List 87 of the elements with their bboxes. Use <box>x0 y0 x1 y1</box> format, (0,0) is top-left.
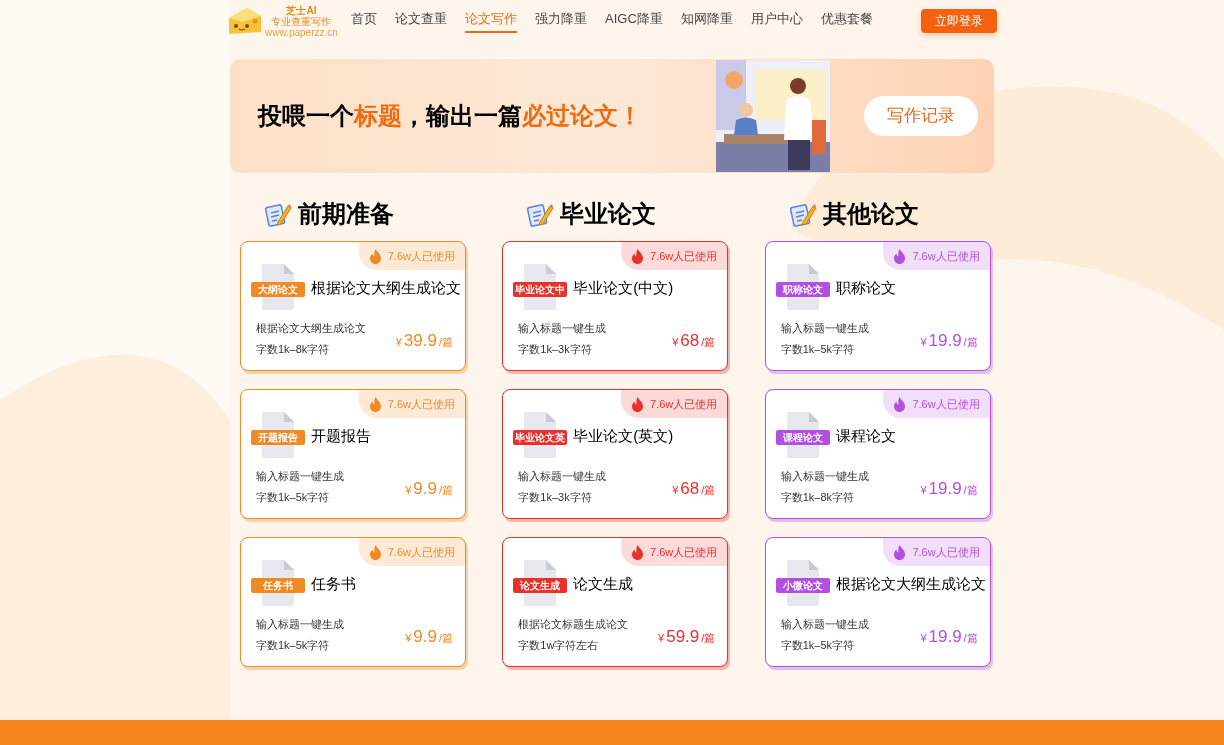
nav-link[interactable]: 优惠套餐 <box>820 9 873 33</box>
usage-count: 7.6w人已使用 <box>650 248 718 264</box>
card-title: 根据论文大纲生成论文 <box>311 277 461 298</box>
card-description: 输入标题一键生成 <box>780 321 869 336</box>
card-description: 输入标题一键生成 <box>256 617 344 632</box>
document-tag: 毕业论文英 <box>513 430 568 445</box>
price: ¥59.9/篇 <box>658 625 716 648</box>
price: ¥39.9/篇 <box>395 329 453 352</box>
product-card[interactable]: 7.6w人已使用 小微论文 根据论文大纲生成论文 输入标题一键生成 字数1k–5k字符 ¥19.9/篇 <box>764 537 991 667</box>
card-description: 根据论文标题生成论文 <box>518 617 629 632</box>
section-heading: 前期准备 <box>298 199 394 229</box>
price: ¥68/篇 <box>672 477 716 500</box>
card-title: 毕业论文(英文) <box>573 425 674 446</box>
nav-link[interactable]: AIGC降重 <box>605 9 663 33</box>
usage-count: 7.6w人已使用 <box>912 248 980 264</box>
card-description: 根据论文大纲生成论文 <box>256 321 366 336</box>
word-count: 字数1k–3k字符 <box>518 489 593 505</box>
word-count: 字数1w字符左右 <box>518 637 600 653</box>
product-card[interactable]: 7.6w人已使用 课程论文 课程论文 输入标题一键生成 字数1k–8k字符 ¥19.9/篇 <box>764 389 991 519</box>
product-card[interactable]: 7.6w人已使用 大纲论文 根据论文大纲生成论文 根据论文大纲生成论文 字数1k–8k字符 ¥39.9/篇 <box>240 241 466 371</box>
product-card[interactable]: 7.6w人已使用 职称论文 职称论文 输入标题一键生成 字数1k–5k字符 ¥19.9/篇 <box>764 241 991 371</box>
document-tag: 任务书 <box>251 578 305 593</box>
usage-count: 7.6w人已使用 <box>650 396 718 412</box>
card-title: 论文生成 <box>573 573 634 594</box>
document-tag: 开题报告 <box>251 430 305 445</box>
flame-icon <box>631 396 645 412</box>
logo-url: www.paperzz.cn <box>265 26 338 38</box>
word-count: 字数1k–5k字符 <box>256 489 331 505</box>
word-count: 字数1k–5k字符 <box>780 341 855 357</box>
logo-name: 芝士AI <box>286 4 317 16</box>
word-count: 字数1k–5k字符 <box>780 637 855 653</box>
nav-link[interactable]: 强力降重 <box>535 9 587 33</box>
product-card[interactable]: 7.6w人已使用 毕业论文中 毕业论文(中文) 输入标题一键生成 字数1k–3k字符 ¥68/篇 <box>502 241 729 371</box>
flame-icon <box>368 396 382 412</box>
document-tag: 课程论文 <box>775 430 830 445</box>
flame-icon <box>368 248 382 264</box>
card-title: 职称论文 <box>835 277 896 298</box>
flame-icon <box>368 544 382 560</box>
document-tag: 小微论文 <box>775 578 830 593</box>
usage-count: 7.6w人已使用 <box>912 544 980 560</box>
product-card[interactable]: 7.6w人已使用 论文生成 论文生成 根据论文标题生成论文 字数1w字符左右 ¥59.9/篇 <box>502 537 729 667</box>
product-card[interactable]: 7.6w人已使用 开题报告 开题报告 输入标题一键生成 字数1k–5k字符 ¥9.9/篇 <box>240 389 466 519</box>
banner-headline: 投喂一个标题，输出一篇必过论文！ <box>258 101 642 131</box>
card-description: 输入标题一键生成 <box>780 617 869 632</box>
section-heading: 其他论文 <box>822 199 919 229</box>
card-title: 根据论文大纲生成论文 <box>835 573 986 594</box>
word-count: 字数1k–5k字符 <box>256 637 331 653</box>
word-count: 字数1k–8k字符 <box>780 489 855 505</box>
price: ¥19.9/篇 <box>920 625 978 648</box>
flame-icon <box>893 396 907 412</box>
card-title: 课程论文 <box>835 425 896 446</box>
document-tag: 大纲论文 <box>251 282 305 297</box>
nav-link[interactable]: 用户中心 <box>750 9 803 33</box>
flame-icon <box>631 544 645 560</box>
usage-count: 7.6w人已使用 <box>387 544 455 560</box>
document-tag: 职称论文 <box>775 282 830 297</box>
price: ¥9.9/篇 <box>405 477 453 500</box>
card-title: 任务书 <box>311 573 356 594</box>
usage-count: 7.6w人已使用 <box>387 396 455 412</box>
price: ¥68/篇 <box>672 329 716 352</box>
card-description: 输入标题一键生成 <box>518 321 607 336</box>
usage-count: 7.6w人已使用 <box>650 544 718 560</box>
document-tag: 毕业论文中 <box>513 282 568 297</box>
price: ¥19.9/篇 <box>920 477 978 500</box>
card-title: 毕业论文(中文) <box>573 277 674 298</box>
word-count: 字数1k–8k字符 <box>256 341 331 357</box>
card-title: 开题报告 <box>311 425 371 446</box>
flame-icon <box>631 248 645 264</box>
word-count: 字数1k–3k字符 <box>518 341 593 357</box>
usage-count: 7.6w人已使用 <box>912 396 980 412</box>
document-tag: 论文生成 <box>513 578 568 593</box>
product-card[interactable]: 7.6w人已使用 毕业论文英 毕业论文(英文) 输入标题一键生成 字数1k–3k字符 ¥68/篇 <box>502 389 729 519</box>
card-description: 输入标题一键生成 <box>780 469 869 484</box>
cheese-logo-icon <box>227 6 263 36</box>
product-card[interactable]: 7.6w人已使用 任务书 任务书 输入标题一键生成 字数1k–5k字符 ¥9.9/篇 <box>240 537 466 667</box>
nav-link[interactable]: 首页 <box>351 9 377 33</box>
flame-icon <box>893 248 907 264</box>
flame-icon <box>893 544 907 560</box>
price: ¥19.9/篇 <box>920 329 978 352</box>
nav-link[interactable]: 知网降重 <box>680 9 733 33</box>
nav-link[interactable]: 论文查重 <box>395 9 447 33</box>
card-description: 输入标题一键生成 <box>256 469 344 484</box>
usage-count: 7.6w人已使用 <box>387 248 455 264</box>
section-heading: 毕业论文 <box>560 199 657 229</box>
logo-slogan: 专业查重写作 <box>271 15 332 27</box>
price: ¥9.9/篇 <box>405 625 453 648</box>
card-description: 输入标题一键生成 <box>518 469 607 484</box>
